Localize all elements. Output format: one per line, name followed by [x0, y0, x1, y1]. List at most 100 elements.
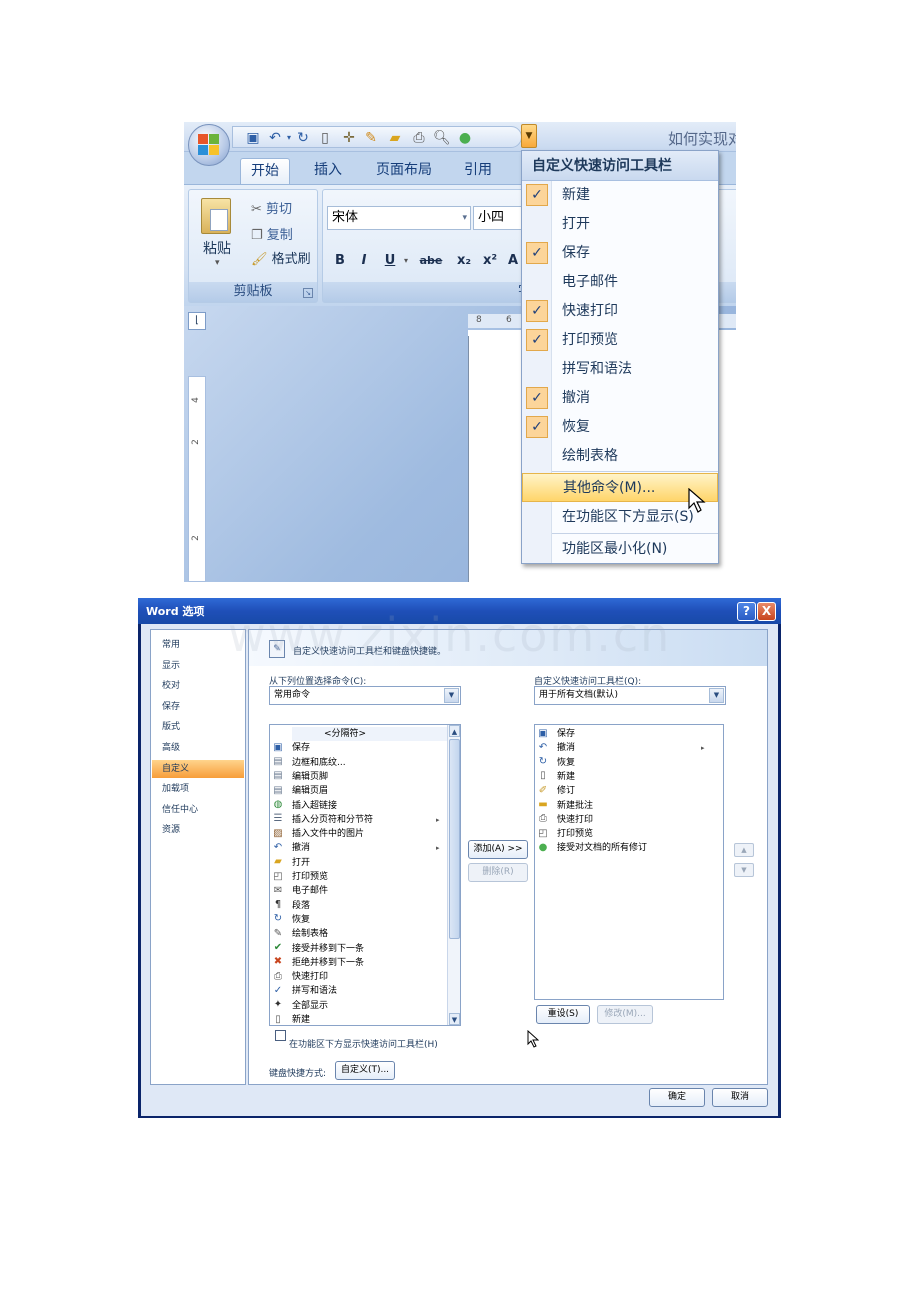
- tab-insert[interactable]: 插入: [304, 158, 352, 184]
- underline-dropdown-icon[interactable]: ▾: [401, 250, 411, 272]
- list-item[interactable]: ¶ 段落: [272, 899, 310, 913]
- scroll-thumb[interactable]: [449, 739, 460, 939]
- close-button[interactable]: X: [757, 602, 776, 621]
- list-item[interactable]: ✖ 拒绝并移到下一条: [272, 956, 364, 970]
- nav-item[interactable]: 版式: [152, 718, 244, 736]
- menu-item[interactable]: 电子邮件: [522, 268, 718, 297]
- nav-item[interactable]: 保存: [152, 698, 244, 716]
- menu-item[interactable]: ✓ 新建: [522, 181, 718, 210]
- paste-button[interactable]: 粘贴: [203, 238, 231, 258]
- font-name-combo[interactable]: 宋体 ▾: [327, 206, 471, 230]
- subscript-button[interactable]: x₂: [453, 250, 475, 272]
- cancel-button[interactable]: 取消: [712, 1088, 768, 1107]
- nav-item[interactable]: 资源: [152, 821, 244, 839]
- list-item[interactable]: ● 接受对文档的所有修订: [537, 841, 647, 855]
- font-color-button[interactable]: A: [505, 250, 521, 272]
- chevron-down-icon[interactable]: ▾: [462, 207, 467, 229]
- list-item[interactable]: ✔ 接受并移到下一条: [272, 942, 364, 956]
- list-item[interactable]: ▣ 保存: [537, 727, 575, 741]
- list-item[interactable]: ✐ 修订: [537, 784, 575, 798]
- list-item[interactable]: ◰ 打印预览: [272, 870, 328, 884]
- comment-icon[interactable]: ✎: [363, 130, 379, 146]
- move-up-button[interactable]: ▲: [734, 843, 754, 857]
- list-item[interactable]: ▤ 编辑页眉: [272, 784, 328, 798]
- format-painter-button[interactable]: 🖌︎ 格式刷: [251, 248, 311, 267]
- list-item[interactable]: ▯ 新建: [272, 1013, 310, 1026]
- track-changes-icon[interactable]: ✛: [341, 130, 357, 146]
- show-below-checkbox[interactable]: [275, 1030, 286, 1041]
- print-preview-icon[interactable]: 🔍︎: [433, 130, 451, 146]
- accept-all-icon[interactable]: ●: [457, 130, 473, 146]
- list-item[interactable]: ↶ 撤消 ▸: [272, 841, 440, 855]
- customize-shortcuts-button[interactable]: 自定义(T)...: [335, 1061, 395, 1080]
- modify-button[interactable]: 修改(M)...: [597, 1005, 653, 1024]
- superscript-button[interactable]: x²: [479, 250, 501, 272]
- menu-item[interactable]: ✓ 保存: [522, 239, 718, 268]
- new-icon[interactable]: ▯: [317, 130, 333, 146]
- dialog-launcher-icon[interactable]: ↘: [303, 288, 313, 298]
- save-icon[interactable]: ▣: [245, 130, 261, 146]
- list-item[interactable]: ✦ 全部显示: [272, 999, 328, 1013]
- menu-item[interactable]: ✓ 恢复: [522, 413, 718, 442]
- list-item[interactable]: ✎ 绘制表格: [272, 927, 328, 941]
- menu-item[interactable]: 打开: [522, 210, 718, 239]
- menu-item[interactable]: 拼写和语法: [522, 355, 718, 384]
- nav-item[interactable]: 加载项: [152, 780, 244, 798]
- list-item[interactable]: ↶ 撤消 ▸: [537, 741, 705, 755]
- list-item[interactable]: ◰ 打印预览: [537, 827, 593, 841]
- move-down-button[interactable]: ▼: [734, 863, 754, 877]
- paste-icon[interactable]: [201, 198, 231, 234]
- list-item[interactable]: ⎙ 快速打印: [272, 970, 328, 984]
- list-item[interactable]: ▣ 保存: [272, 741, 310, 755]
- chevron-down-icon[interactable]: ▼: [709, 688, 724, 703]
- list-item[interactable]: ▤ 编辑页脚: [272, 770, 328, 784]
- scroll-down-icon[interactable]: ▼: [449, 1013, 460, 1025]
- list-item[interactable]: ◍ 插入超链接: [272, 799, 337, 813]
- add-button[interactable]: 添加(A) >>: [468, 840, 528, 859]
- list-item[interactable]: ▰ 打开: [272, 856, 310, 870]
- menu-item[interactable]: ✓ 打印预览: [522, 326, 718, 355]
- nav-item[interactable]: 自定义: [152, 759, 244, 778]
- choose-from-select[interactable]: 常用命令 ▼: [269, 686, 461, 705]
- remove-button[interactable]: 删除(R): [468, 863, 528, 882]
- menu-item[interactable]: ✓ 撤消: [522, 384, 718, 413]
- qat-commands-list[interactable]: ▣ 保存 ↶ 撤消 ▸ ↻ 恢复 ▯ 新建 ✐ 修订 ▬ 新建批注 ⎙ 快速打印 ◰ 打印预览 ● 接受对文档的所有…: [534, 724, 724, 1000]
- office-button[interactable]: [188, 124, 230, 166]
- list-item[interactable]: ↻ 恢复: [537, 756, 575, 770]
- tab-references[interactable]: 引用: [454, 158, 502, 184]
- printer-icon[interactable]: ⎙: [411, 130, 427, 146]
- scroll-up-icon[interactable]: ▲: [449, 725, 460, 737]
- nav-item[interactable]: 高级: [152, 739, 244, 757]
- list-item[interactable]: ▯ 新建: [537, 770, 575, 784]
- vertical-ruler[interactable]: 4 2 2: [188, 376, 206, 582]
- nav-item[interactable]: 信任中心: [152, 801, 244, 819]
- strikethrough-button[interactable]: abe: [413, 250, 449, 272]
- tab-stop-selector[interactable]: ⌊: [188, 312, 206, 330]
- paste-dropdown-icon[interactable]: ▾: [215, 258, 220, 268]
- help-button[interactable]: ?: [737, 602, 756, 621]
- tab-page-layout[interactable]: 页面布局: [366, 158, 442, 184]
- underline-button[interactable]: U: [381, 250, 399, 272]
- list-item[interactable]: ▤ 边框和底纹...: [272, 756, 345, 770]
- cut-button[interactable]: ✂ 剪切: [251, 198, 292, 217]
- menu-item[interactable]: ✓ 快速打印: [522, 297, 718, 326]
- list-item[interactable]: ↻ 恢复: [272, 913, 310, 927]
- italic-button[interactable]: I: [355, 250, 373, 272]
- menu-item-minimize-ribbon[interactable]: 功能区最小化(N): [522, 535, 718, 564]
- list-item[interactable]: ✉ 电子邮件: [272, 884, 328, 898]
- nav-item[interactable]: 校对: [152, 677, 244, 695]
- reset-button[interactable]: 重设(S): [536, 1005, 590, 1024]
- list-item[interactable]: ✓ 拼写和语法: [272, 984, 337, 998]
- customize-qat-select[interactable]: 用于所有文档(默认) ▼: [534, 686, 726, 705]
- folder-icon[interactable]: ▰: [387, 130, 403, 146]
- available-commands-list[interactable]: <分隔符> ▣ 保存 ▤ 边框和底纹... ▤ 编辑页脚 ▤ 编辑页眉 ◍ 插入超链接 ☰ 插入分页符和…: [269, 724, 461, 1026]
- list-item[interactable]: ▨ 插入文件中的图片: [272, 827, 364, 841]
- redo-icon[interactable]: ↻: [295, 130, 311, 146]
- menu-item[interactable]: 绘制表格: [522, 442, 718, 471]
- ok-button[interactable]: 确定: [649, 1088, 705, 1107]
- qat-customize-dropdown-button[interactable]: ▼: [521, 124, 537, 148]
- list-item[interactable]: ☰ 插入分页符和分节符 ▸: [272, 813, 440, 827]
- list-item[interactable]: ⎙ 快速打印: [537, 813, 593, 827]
- bold-button[interactable]: B: [331, 250, 349, 272]
- list-item[interactable]: ▬ 新建批注: [537, 799, 593, 813]
